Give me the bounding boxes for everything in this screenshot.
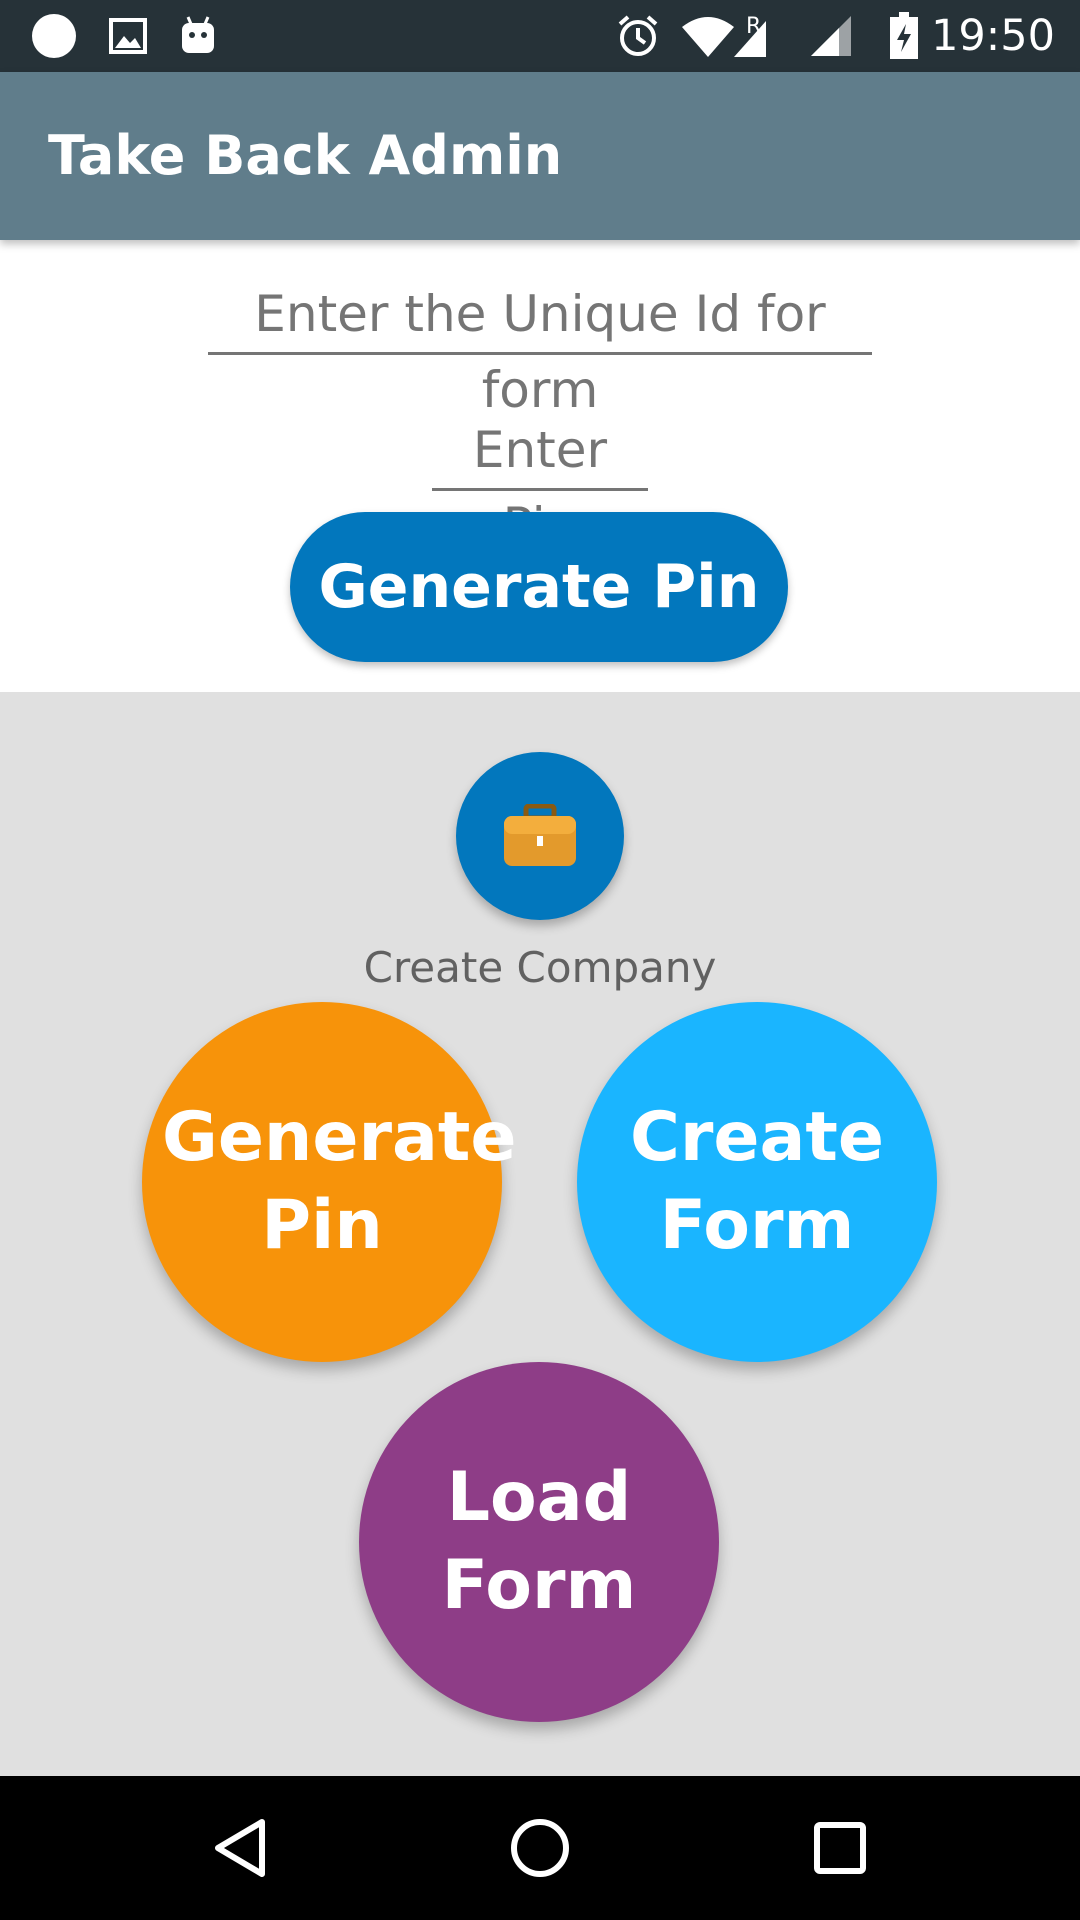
create-form-label-line1: Create bbox=[629, 1098, 885, 1177]
battery-charging-icon bbox=[886, 12, 922, 59]
unique-id-input[interactable]: Enter the Unique Id for form bbox=[208, 276, 872, 419]
back-icon[interactable] bbox=[200, 1808, 280, 1888]
load-form-button[interactable]: Load Form bbox=[359, 1362, 719, 1722]
app-title: Take Back Admin bbox=[48, 124, 563, 187]
navigation-bar bbox=[0, 1776, 1080, 1920]
circle-notification-icon bbox=[30, 14, 78, 58]
app-bar: Take Back Admin bbox=[0, 72, 1080, 240]
status-bar: R 19:50 bbox=[0, 0, 1080, 72]
create-form-label-line2: Form bbox=[659, 1186, 855, 1265]
image-icon bbox=[104, 14, 152, 58]
generate-pin-label-line2: Pin bbox=[261, 1186, 383, 1265]
wifi-icon: R bbox=[680, 14, 770, 58]
alarm-icon bbox=[614, 14, 662, 58]
cell-signal-icon bbox=[808, 14, 854, 58]
briefcase-icon bbox=[504, 804, 576, 866]
form-area: Enter the Unique Id for form Enter Pin G… bbox=[0, 240, 1080, 692]
android-icon bbox=[176, 14, 220, 58]
generate-pin-label-line1: Generate bbox=[162, 1098, 517, 1177]
home-icon[interactable] bbox=[500, 1808, 580, 1888]
load-form-label-line2: Form bbox=[441, 1546, 637, 1625]
load-form-label-line1: Load bbox=[446, 1458, 632, 1537]
create-company-button[interactable] bbox=[456, 752, 624, 920]
clock: 19:50 bbox=[931, 11, 1055, 61]
create-company-label: Create Company bbox=[363, 943, 717, 992]
create-form-button[interactable]: Create Form bbox=[577, 1002, 937, 1362]
generate-pin-button[interactable]: Generate Pin bbox=[290, 512, 788, 662]
screen: R 19:50 Take Back Admin Enter the Unique… bbox=[0, 0, 1080, 1920]
pin-input[interactable]: Enter Pin bbox=[432, 412, 648, 555]
actions-area: Create Company Generate Pin Create Form … bbox=[0, 692, 1080, 1776]
generate-pin-circle-button[interactable]: Generate Pin bbox=[142, 1002, 517, 1362]
recents-icon[interactable] bbox=[800, 1808, 880, 1888]
unique-id-placeholder: Enter the Unique Id for form bbox=[254, 285, 826, 419]
